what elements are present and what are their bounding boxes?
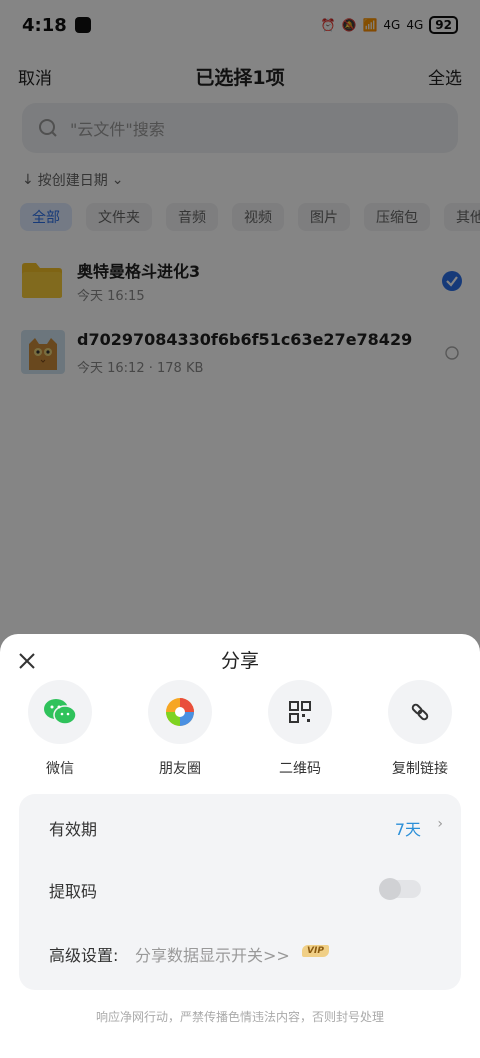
sheet-title: 分享 <box>220 650 259 672</box>
share-sheet: 分享 微信 朋友圈 二维码 复制链接 有效期 7天 › 提取码 高级设置: 分享… <box>0 634 480 1058</box>
vip-badge: VIP <box>302 945 329 957</box>
share-wechat-button[interactable]: 微信 <box>15 680 105 778</box>
moments-icon <box>166 698 194 726</box>
qrcode-icon <box>289 701 311 723</box>
extract-code-toggle[interactable] <box>379 878 421 900</box>
advanced-settings-link[interactable]: 分享数据显示开关>> <box>135 942 290 966</box>
advanced-label: 高级设置: <box>49 946 119 965</box>
copy-link-button[interactable]: 复制链接 <box>375 680 465 778</box>
footer-notice: 响应净网行动，严禁传播色情违法内容，否则封号处理 <box>95 1010 384 1024</box>
validity-value[interactable]: 7天 <box>395 816 421 840</box>
validity-label: 有效期 <box>49 820 98 839</box>
extract-code-label: 提取码 <box>49 882 98 901</box>
copy-link-label: 复制链接 <box>392 761 448 777</box>
share-settings-card: 有效期 7天 › 提取码 高级设置: 分享数据显示开关>> VIP <box>19 794 461 990</box>
wechat-icon <box>44 699 77 725</box>
chevron-right-icon: › <box>437 816 443 832</box>
share-qrcode-label: 二维码 <box>279 761 321 777</box>
share-moments-label: 朋友圈 <box>159 761 201 777</box>
link-icon <box>411 703 429 721</box>
share-wechat-label: 微信 <box>46 761 74 777</box>
share-qrcode-button[interactable]: 二维码 <box>255 680 345 778</box>
share-moments-button[interactable]: 朋友圈 <box>135 680 225 778</box>
